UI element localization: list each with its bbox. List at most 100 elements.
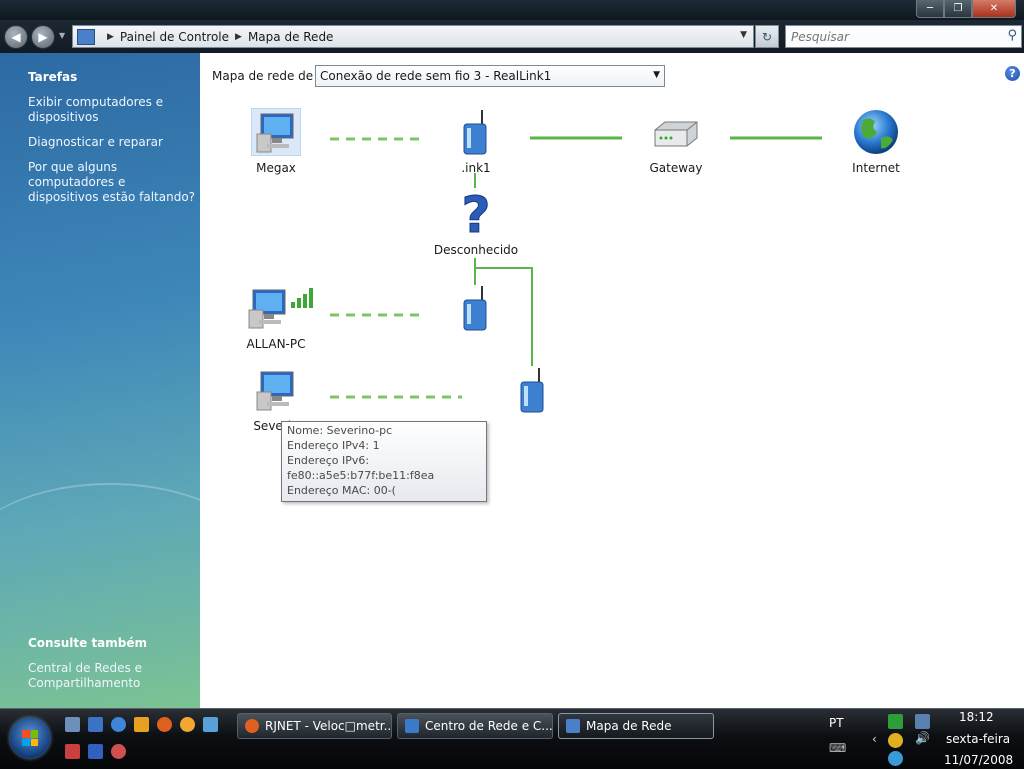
volume-icon[interactable]: 🔊 — [915, 731, 930, 745]
node-megax[interactable]: Megax — [231, 107, 321, 175]
node-label: Desconhecido — [433, 243, 519, 257]
signal-bar — [303, 294, 307, 308]
app-shortcut-icon[interactable] — [111, 744, 126, 759]
firefox-icon[interactable] — [157, 717, 172, 732]
network-map-small-icon — [77, 28, 95, 45]
node-label: Gateway — [649, 161, 703, 175]
refresh-button[interactable]: ↻ — [755, 25, 779, 48]
globe-icon — [854, 110, 898, 154]
gateway-device-icon — [654, 121, 698, 147]
maximize-icon: ❐ — [953, 3, 963, 14]
switch-windows-icon[interactable] — [88, 717, 103, 732]
back-button[interactable]: ◀ — [4, 25, 28, 49]
address-dropdown-icon[interactable]: ▼ — [740, 30, 747, 40]
close-button[interactable]: ✕ — [972, 0, 1016, 18]
node-label: Megax — [256, 161, 296, 175]
tasks-heading: Tarefas — [28, 70, 78, 84]
task-pane: Tarefas Exibir computadores e dispositiv… — [0, 53, 260, 708]
search-box[interactable]: ⚲ — [785, 25, 1022, 48]
computer-icon — [256, 371, 294, 411]
task-link-missing-devices[interactable]: Por que alguns computadores e dispositiv… — [28, 160, 196, 205]
recent-pages-dropdown[interactable]: ▼ — [59, 31, 65, 40]
task-label: RJNET - Veloc□metr... — [265, 719, 392, 733]
node-label: Internet — [852, 161, 900, 175]
windows-logo-icon — [22, 730, 38, 746]
forward-button[interactable]: ▶ — [31, 25, 55, 49]
security-tray-icon[interactable] — [888, 733, 903, 748]
search-input[interactable] — [786, 28, 993, 45]
task-label: Centro de Rede e C... — [425, 719, 553, 733]
back-arrow-icon: ◀ — [11, 30, 21, 44]
search-icon[interactable]: ⚲ — [1007, 28, 1017, 43]
task-button-network-map[interactable]: Mapa de Rede — [558, 713, 714, 739]
tray-app-icon[interactable] — [888, 751, 903, 766]
computer-icon — [248, 288, 313, 329]
wireless-router-icon — [520, 368, 544, 413]
messenger-icon[interactable] — [180, 717, 195, 732]
clock-day[interactable]: sexta-feira — [946, 732, 1010, 746]
computer-icon — [250, 107, 302, 157]
media-player-icon[interactable] — [134, 717, 149, 732]
node-gateway[interactable]: Gateway — [631, 108, 721, 175]
language-indicator[interactable]: PT — [829, 716, 844, 730]
taskbar: RJNET - Veloc□metr... Centro de Rede e C… — [0, 708, 1024, 769]
app-shortcut-icon[interactable] — [88, 744, 103, 759]
svg-text:?: ? — [461, 188, 490, 238]
tooltip-ipv6-value: fe80::a5e5:b77f:be11:f8ea — [287, 469, 435, 482]
wireless-router-icon — [463, 286, 487, 331]
task-link-diagnose[interactable]: Diagnosticar e reparar — [28, 135, 196, 150]
title-bar: ─ ❐ ✕ — [0, 0, 1024, 20]
breadcrumb-separator-icon[interactable]: ▶ — [107, 32, 114, 42]
signal-bar — [291, 302, 295, 308]
close-icon: ✕ — [989, 3, 999, 14]
internet-explorer-icon[interactable] — [111, 717, 126, 732]
clock-time[interactable]: 18:12 — [959, 710, 994, 724]
node-allan-pc[interactable]: ALLAN-PC — [231, 284, 321, 351]
wireless-router-icon — [463, 110, 487, 155]
address-bar[interactable]: ▶ Painel de Controle ▶ Mapa de Rede ▼ — [72, 25, 754, 48]
refresh-icon: ↻ — [761, 29, 773, 44]
navigation-bar: ◀ ▶ ▼ ▶ Painel de Controle ▶ Mapa de Red… — [0, 20, 1024, 53]
signal-bar — [309, 288, 313, 308]
signal-bar — [297, 298, 301, 308]
node-router-main[interactable]: .ink1 — [431, 108, 521, 175]
see-also-heading: Consulte também — [28, 636, 148, 650]
breadcrumb-network-map[interactable]: Mapa de Rede — [248, 30, 334, 44]
see-also-network-center[interactable]: Central de Redes e Compartilhamento — [28, 661, 196, 691]
app-shortcut-icon[interactable] — [65, 744, 80, 759]
firefox-icon — [245, 719, 259, 733]
question-mark-icon: ? — [461, 186, 491, 245]
node-router-lower[interactable] — [488, 366, 578, 417]
node-label: .ink1 — [461, 161, 491, 175]
task-button-network-center[interactable]: Centro de Rede e C... — [397, 713, 553, 739]
node-router-secondary[interactable] — [431, 284, 521, 335]
clock-date[interactable]: 11/07/2008 — [944, 753, 1013, 767]
minimize-icon: ─ — [926, 3, 934, 14]
maximize-button[interactable]: ❐ — [944, 0, 972, 18]
tray-app-icon[interactable] — [888, 714, 903, 729]
breadcrumb-separator-icon[interactable]: ▶ — [235, 32, 242, 42]
keyboard-icon[interactable]: ⌨ — [829, 741, 846, 755]
breadcrumb-control-panel[interactable]: Painel de Controle — [120, 30, 229, 44]
tooltip-ipv6-label: Endereço IPv6: — [287, 454, 370, 467]
tooltip-mac: Endereço MAC: 00-( — [287, 484, 396, 497]
task-button-browser[interactable]: RJNET - Veloc□metr... — [237, 713, 392, 739]
device-tooltip: Nome: Severino-pc Endereço IPv4: 1 Ender… — [281, 421, 487, 502]
tooltip-name: Nome: Severino-pc — [287, 424, 393, 437]
start-button[interactable] — [10, 718, 50, 758]
network-map-pane: Mapa de rede de Conexão de rede sem fio … — [200, 53, 1024, 708]
node-internet[interactable]: Internet — [831, 108, 921, 175]
tooltip-ipv4: Endereço IPv4: 1 — [287, 439, 380, 452]
network-map-icon — [566, 719, 580, 733]
minimize-button[interactable]: ─ — [916, 0, 944, 18]
network-center-icon — [405, 719, 419, 733]
app-launcher-icon[interactable] — [203, 717, 218, 732]
task-label: Mapa de Rede — [586, 719, 672, 733]
node-unknown[interactable]: ? Desconhecido — [431, 186, 521, 258]
node-label: ALLAN-PC — [246, 337, 306, 351]
show-desktop-icon[interactable] — [65, 717, 80, 732]
show-hidden-icons-icon[interactable]: ‹ — [872, 732, 877, 746]
task-link-view-computers[interactable]: Exibir computadores e dispositivos — [28, 95, 196, 125]
network-tray-icon[interactable] — [915, 714, 930, 729]
forward-arrow-icon: ▶ — [38, 30, 48, 44]
